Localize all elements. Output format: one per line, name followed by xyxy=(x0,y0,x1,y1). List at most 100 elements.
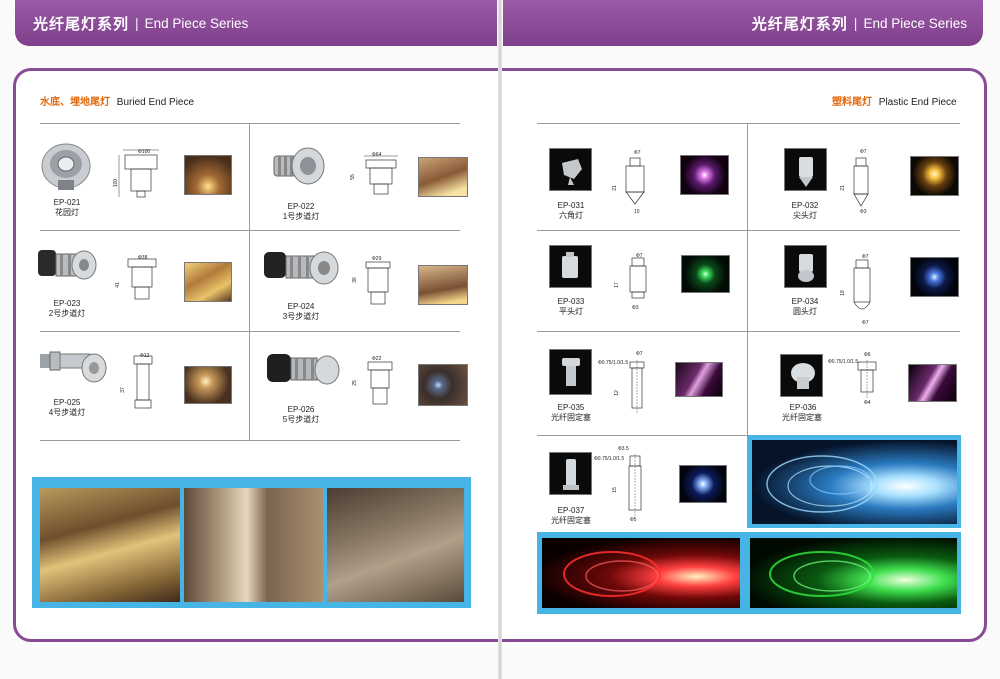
right-header-banner: 光纤尾灯系列 | End Piece Series xyxy=(503,0,983,46)
product-code: EP-022 xyxy=(287,202,315,211)
grid-line xyxy=(537,230,960,231)
grid-line xyxy=(40,331,460,332)
product-code: EP-023 xyxy=(53,299,81,308)
product-name: 5号步道灯 xyxy=(282,415,320,424)
dimension-label: Ф0.75/1.0/1.5 xyxy=(594,456,625,462)
product-name: 1号步道灯 xyxy=(282,212,320,221)
step-light-3-drawing xyxy=(365,261,391,305)
product-name: 光纤固定塞 xyxy=(551,413,591,422)
product-code: EP-026 xyxy=(287,405,315,414)
product-name: 光纤固定塞 xyxy=(551,516,591,525)
right-banner-title-en: End Piece Series xyxy=(863,15,967,31)
fiber-plug-35-product-image xyxy=(549,349,592,395)
step-light-2-product-image xyxy=(38,250,97,280)
product-name: 六角灯 xyxy=(559,211,583,220)
step-light-1-product-image xyxy=(273,147,325,185)
step-lights-installation-photo xyxy=(40,488,180,602)
product-code: EP-024 xyxy=(287,302,315,311)
dimension-label: 36 xyxy=(351,277,358,283)
dimension-label: Ф7 xyxy=(862,320,869,326)
step-light-1-photo xyxy=(418,157,468,197)
pointed-end-drawing xyxy=(853,157,869,207)
hexagon-end-drawing xyxy=(625,157,645,205)
buried-section-title-en: Buried End Piece xyxy=(116,97,195,108)
step-light-5-product-image xyxy=(267,354,340,385)
round-end-product-image xyxy=(784,245,827,288)
left-header-banner: 光纤尾灯系列 | End Piece Series xyxy=(15,0,497,46)
left-banner-title-en: End Piece Series xyxy=(144,15,249,31)
dimension-label: Ф4 xyxy=(864,400,871,406)
grid-line xyxy=(40,230,460,231)
fiber-plug-35-lit-photo xyxy=(675,362,723,397)
dimension-label: Ф7 xyxy=(862,254,869,260)
grid-line xyxy=(747,123,748,435)
product-name: 尖头灯 xyxy=(793,211,817,220)
step-light-3-product-image xyxy=(264,251,339,285)
dimension-label: 21 xyxy=(611,185,618,191)
red-fiber-bundle-photo xyxy=(542,538,740,608)
fiber-plug-37-product-image xyxy=(549,452,592,495)
plastic-section-title-cn: 塑料尾灯 xyxy=(832,97,872,108)
plastic-section-title: 塑料尾灯 Plastic End Piece xyxy=(832,93,957,108)
dimension-label: 37 xyxy=(119,387,126,393)
garden-light-product-image xyxy=(41,143,91,190)
product-name: 圆头灯 xyxy=(793,307,817,316)
buried-section-title-cn: 水底、埋地尾灯 xyxy=(40,97,110,108)
product-code: EP-021 xyxy=(53,198,81,207)
fiber-plug-37-lit-photo xyxy=(679,465,727,503)
green-fiber-bundle-photo xyxy=(750,538,957,608)
dimension-label: Ф7 xyxy=(636,253,643,259)
right-banner-separator: | xyxy=(853,15,858,31)
grid-line xyxy=(537,435,747,436)
product-code: EP-035 xyxy=(557,403,585,412)
grid-line xyxy=(40,123,460,124)
dimension-label: Ф5 xyxy=(630,517,637,523)
grid-line xyxy=(40,440,460,441)
buried-section-title: 水底、埋地尾灯 Buried End Piece xyxy=(40,93,194,108)
pointed-end-product-image xyxy=(784,148,827,191)
dimension-label: Ф0.75/1.0/1.5 xyxy=(828,359,859,365)
dimension-label: 15 xyxy=(611,487,618,493)
product-name: 光纤固定塞 xyxy=(782,413,822,422)
dimension-label: 25 xyxy=(351,380,358,386)
dimension-label: 100 xyxy=(113,178,120,188)
dimension-label: Ф3 xyxy=(632,305,639,311)
dimension-label: Ф12 xyxy=(140,353,150,359)
dimension-label: 18 xyxy=(839,290,846,296)
product-name: 2号步道灯 xyxy=(48,309,86,318)
dimension-label: Ф6 xyxy=(864,352,871,358)
hexagon-end-lit-photo xyxy=(680,155,729,195)
dimension-label: Ф7 xyxy=(860,149,867,155)
step-light-2-photo xyxy=(184,262,232,302)
grid-line xyxy=(537,123,960,124)
dimension-label: Ф3 xyxy=(860,209,867,215)
step-light-5-drawing xyxy=(367,361,393,405)
product-name: 花园灯 xyxy=(55,208,79,217)
step-light-4-drawing xyxy=(133,355,153,409)
fiber-plug-36-lit-photo xyxy=(908,364,957,402)
dimension-label: 21 xyxy=(839,185,846,191)
product-code: EP-034 xyxy=(791,297,819,306)
dimension-label: Ф100 xyxy=(138,149,151,155)
product-code: EP-036 xyxy=(789,403,817,412)
product-code: EP-037 xyxy=(557,506,585,515)
fiber-plug-36-product-image xyxy=(780,354,823,397)
page-gutter xyxy=(498,0,502,679)
dimension-label: Ф3.5 xyxy=(618,446,629,452)
round-end-drawing xyxy=(853,259,871,310)
product-code: EP-025 xyxy=(53,398,81,407)
dimension-label: Ф7 xyxy=(636,351,643,357)
left-banner-separator: | xyxy=(135,15,139,31)
dimension-label: 10 xyxy=(634,209,640,215)
flat-end-lit-photo xyxy=(681,255,730,293)
product-name: 3号步道灯 xyxy=(282,312,320,321)
dimension-label: Ф38 xyxy=(138,255,148,261)
grid-line xyxy=(537,331,960,332)
step-light-4-product-image xyxy=(40,351,107,383)
dimension-label: 55 xyxy=(349,174,356,180)
dimension-label: Ф0.75/1.0/1.5 xyxy=(598,360,629,366)
dimension-label: 17 xyxy=(613,282,620,288)
product-code: EP-032 xyxy=(791,201,819,210)
hexagon-end-product-image xyxy=(549,148,592,191)
dimension-label: Ф22 xyxy=(372,356,382,362)
